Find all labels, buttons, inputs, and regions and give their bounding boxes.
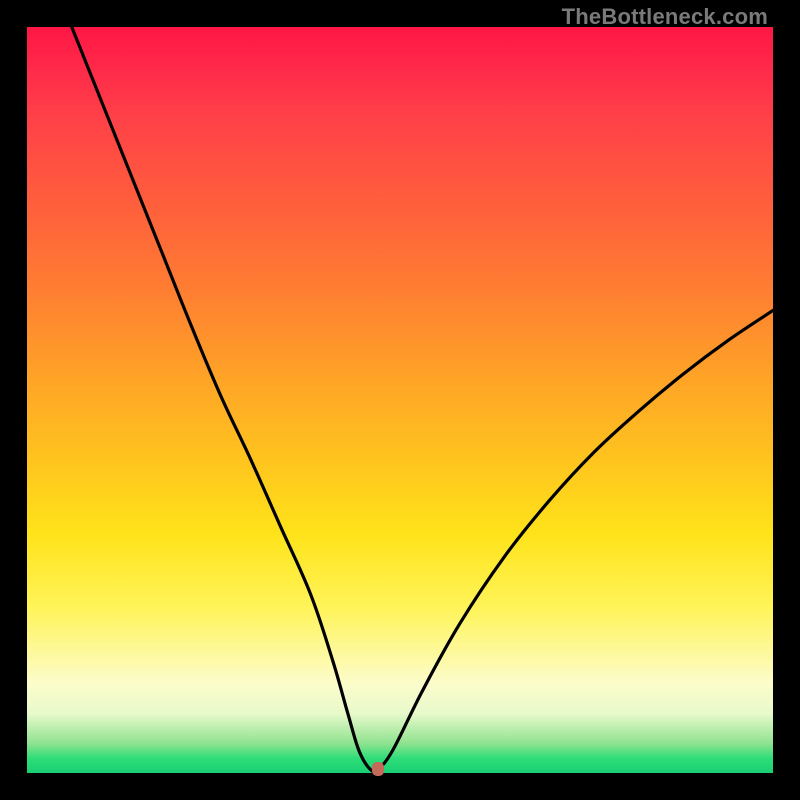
bottleneck-curve (72, 27, 773, 772)
curve-svg (27, 27, 773, 773)
chart-frame: TheBottleneck.com (0, 0, 800, 800)
plot-area (27, 27, 773, 773)
optimum-marker (372, 762, 384, 776)
